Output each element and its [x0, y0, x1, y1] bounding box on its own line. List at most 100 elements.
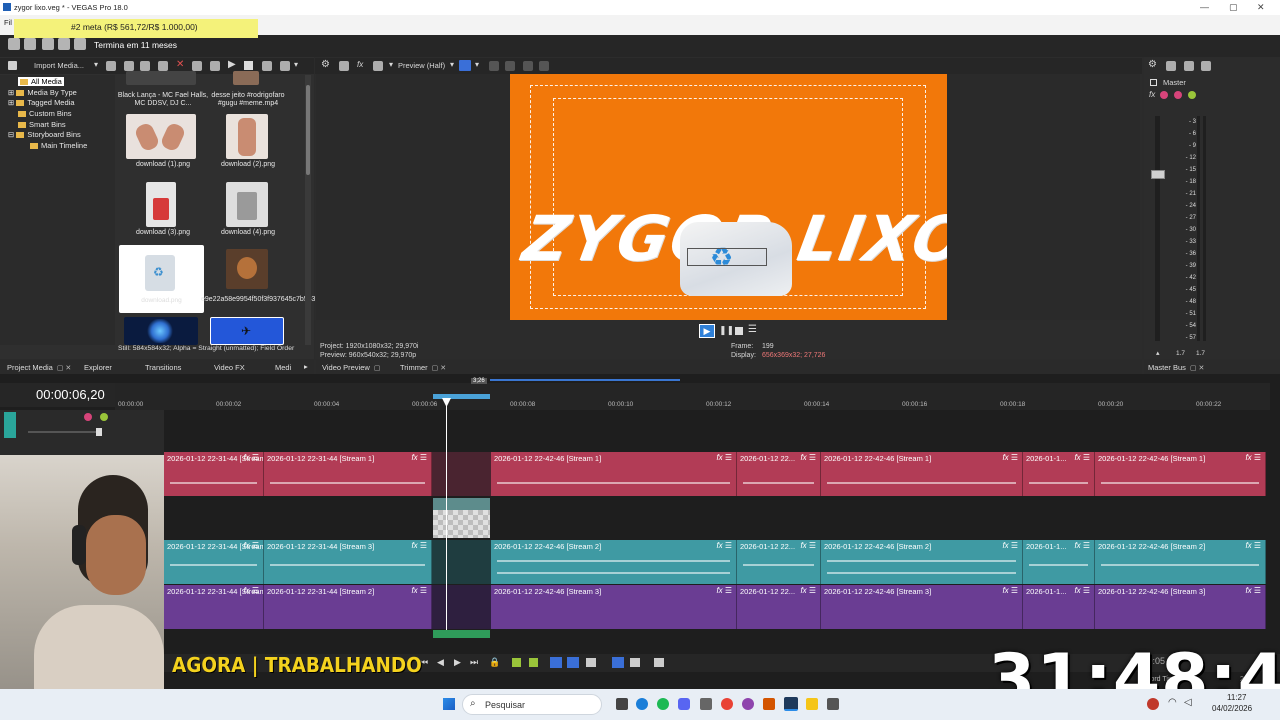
- master-settings-icon[interactable]: ⚙: [1148, 59, 1157, 70]
- preview-menu-icon[interactable]: ☰: [748, 324, 757, 335]
- clip-track3-2[interactable]: 2026-01-12 22-31-44 [Stream 2] fx ☰: [264, 585, 432, 629]
- wifi-icon[interactable]: ◠: [1168, 697, 1177, 708]
- envelope-tool-icon[interactable]: [630, 658, 640, 667]
- preview-tool-icon-4[interactable]: [505, 61, 515, 71]
- tab-project-media[interactable]: Project Media ▢ ✕: [7, 363, 71, 372]
- spotify-icon[interactable]: [657, 698, 669, 710]
- loop-region-bar[interactable]: [490, 379, 680, 381]
- import-media-icon[interactable]: [8, 61, 17, 70]
- image-clip-overlay[interactable]: [433, 498, 490, 538]
- tab-video-fx[interactable]: Video FX: [214, 363, 245, 372]
- master-lock-icon[interactable]: ▴: [1156, 349, 1160, 357]
- media-thumb-download-4[interactable]: [226, 182, 268, 227]
- clip-track1-6[interactable]: 2026-01-1... fx ☰: [1023, 452, 1095, 496]
- media-scrollbar[interactable]: [305, 75, 311, 345]
- media-thumb-download-1[interactable]: [126, 114, 196, 159]
- tree-media-by-type[interactable]: ⊞ Media By Type: [8, 88, 77, 97]
- timeline-ruler[interactable]: [115, 383, 1270, 410]
- media-tool-icon-2[interactable]: [124, 61, 134, 71]
- app-icon-8[interactable]: [763, 698, 775, 710]
- edit-tool-icon[interactable]: [612, 657, 624, 668]
- media-tool-icon-4[interactable]: [158, 61, 168, 71]
- properties-icon[interactable]: [74, 38, 86, 50]
- media-thumb-blue-burst[interactable]: [124, 317, 198, 345]
- clip-track2-2[interactable]: 2026-01-12 22-31-44 [Stream 3] fx ☰: [264, 540, 432, 584]
- clip-track1-1[interactable]: 2026-01-12 22-31-44 [Stream 1] fx ☰: [164, 452, 264, 496]
- clip-track1-4[interactable]: 2026-01-12 22... fx ☰: [737, 452, 821, 496]
- preview-play-icon[interactable]: ▶: [699, 324, 715, 338]
- track-level-handle[interactable]: [96, 428, 102, 436]
- windows-start-icon[interactable]: [443, 698, 455, 710]
- clip-track2-5[interactable]: 2026-01-12 22-42-46 [Stream 2] fx ☰: [821, 540, 1023, 584]
- preview-tool-icon-1[interactable]: [339, 61, 349, 71]
- minimize-icon[interactable]: —: [1200, 2, 1209, 12]
- search-input[interactable]: Pesquisar: [485, 700, 525, 710]
- media-thumb-desse-jeito[interactable]: [233, 71, 259, 85]
- media-thumb-selected[interactable]: ✈: [210, 317, 284, 345]
- overlay-chevron-icon[interactable]: ▾: [475, 60, 479, 69]
- loop-icon[interactable]: [262, 61, 272, 71]
- app-icon-11[interactable]: [827, 698, 839, 710]
- marker-icon[interactable]: [512, 658, 521, 667]
- master-tool-icon-3[interactable]: [1201, 61, 1211, 71]
- tab-scroll-right-icon[interactable]: ▸: [304, 362, 308, 371]
- lock-icon[interactable]: 🔒: [489, 657, 500, 668]
- tree-tagged-media[interactable]: ⊞ Tagged Media: [8, 98, 75, 107]
- selection-range-bar[interactable]: [433, 394, 490, 399]
- app-icon-5[interactable]: [700, 698, 712, 710]
- tab-video-preview[interactable]: Video Preview ▢: [322, 363, 380, 372]
- open-icon[interactable]: [24, 38, 36, 50]
- clip-track2-1[interactable]: 2026-01-12 22-31-44 [Stream 3] fx ☰: [164, 540, 264, 584]
- chrome-icon[interactable]: [721, 698, 733, 710]
- clip-track3-1[interactable]: 2026-01-12 22-31-44 [Stream 2] fx ☰: [164, 585, 264, 629]
- media-thumb-download[interactable]: ♻ download.png: [119, 245, 204, 313]
- tab-trimmer[interactable]: Trimmer ▢ ✕: [400, 363, 446, 372]
- preview-tool-icon-3[interactable]: [489, 61, 499, 71]
- media-thumb-e9e22a[interactable]: [226, 249, 268, 289]
- views-icon[interactable]: [280, 61, 290, 71]
- clip-track3-6[interactable]: 2026-01-1... fx ☰: [1023, 585, 1095, 629]
- tray-icon-1[interactable]: [1147, 698, 1159, 710]
- volume-icon[interactable]: ◁: [1184, 697, 1192, 708]
- media-thumb-download-3[interactable]: [146, 182, 176, 227]
- clip-track2-3[interactable]: 2026-01-12 22-42-46 [Stream 2] fx ☰: [491, 540, 737, 584]
- selection-box[interactable]: [687, 248, 767, 266]
- save-icon[interactable]: [42, 38, 54, 50]
- maximize-icon[interactable]: ▢: [1229, 2, 1238, 13]
- track-level-slider[interactable]: [28, 431, 98, 433]
- chevron-down-icon[interactable]: ▾: [94, 60, 98, 69]
- views-chevron-icon[interactable]: ▾: [294, 60, 298, 69]
- taskbar-search[interactable]: ⌕ Pesquisar: [462, 694, 602, 715]
- clip-track2-7[interactable]: 2026-01-12 22-42-46 [Stream 2] fx ☰: [1095, 540, 1266, 584]
- ripple-mode-icon[interactable]: [586, 658, 596, 667]
- task-view-icon[interactable]: [616, 698, 628, 710]
- prev-frame-icon[interactable]: ◀: [437, 657, 444, 668]
- track-mute-icon[interactable]: [84, 413, 92, 421]
- master-fx-icon[interactable]: fx: [1149, 90, 1155, 99]
- discord-icon[interactable]: [678, 698, 690, 710]
- next-frame-icon[interactable]: ▶: [454, 657, 461, 668]
- play-icon[interactable]: ▶: [228, 59, 236, 70]
- media-thumb-black-lanca[interactable]: [126, 71, 196, 85]
- media-tool-icon-6[interactable]: [210, 61, 220, 71]
- preview-tool-icon-6[interactable]: [539, 61, 549, 71]
- preview-quality-dropdown[interactable]: Preview (Half): [398, 61, 445, 70]
- grid-overlay-icon[interactable]: [459, 60, 471, 71]
- master-icon-c[interactable]: [1188, 91, 1196, 99]
- clip-track2-4[interactable]: 2026-01-12 22... fx ☰: [737, 540, 821, 584]
- tree-storyboard-bins[interactable]: ⊟ Storyboard Bins: [8, 130, 81, 139]
- clip-track1-5[interactable]: 2026-01-12 22-42-46 [Stream 1] fx ☰: [821, 452, 1023, 496]
- tab-explorer[interactable]: Explorer: [84, 363, 112, 372]
- master-icon-b[interactable]: [1174, 91, 1182, 99]
- master-tool-icon-2[interactable]: [1184, 61, 1194, 71]
- preview-pause-icon[interactable]: ❚❚: [719, 325, 734, 336]
- go-end-icon[interactable]: ⏭: [470, 657, 478, 668]
- playhead-cursor[interactable]: [446, 398, 447, 638]
- media-tool-icon-3[interactable]: [140, 61, 150, 71]
- app-icon-7[interactable]: [742, 698, 754, 710]
- new-icon[interactable]: [8, 38, 20, 50]
- preview-stop-icon[interactable]: [735, 327, 743, 335]
- tree-all-media[interactable]: All Media: [18, 77, 64, 86]
- import-media-button[interactable]: Import Media...: [34, 61, 84, 70]
- close-icon[interactable]: ✕: [1257, 2, 1265, 13]
